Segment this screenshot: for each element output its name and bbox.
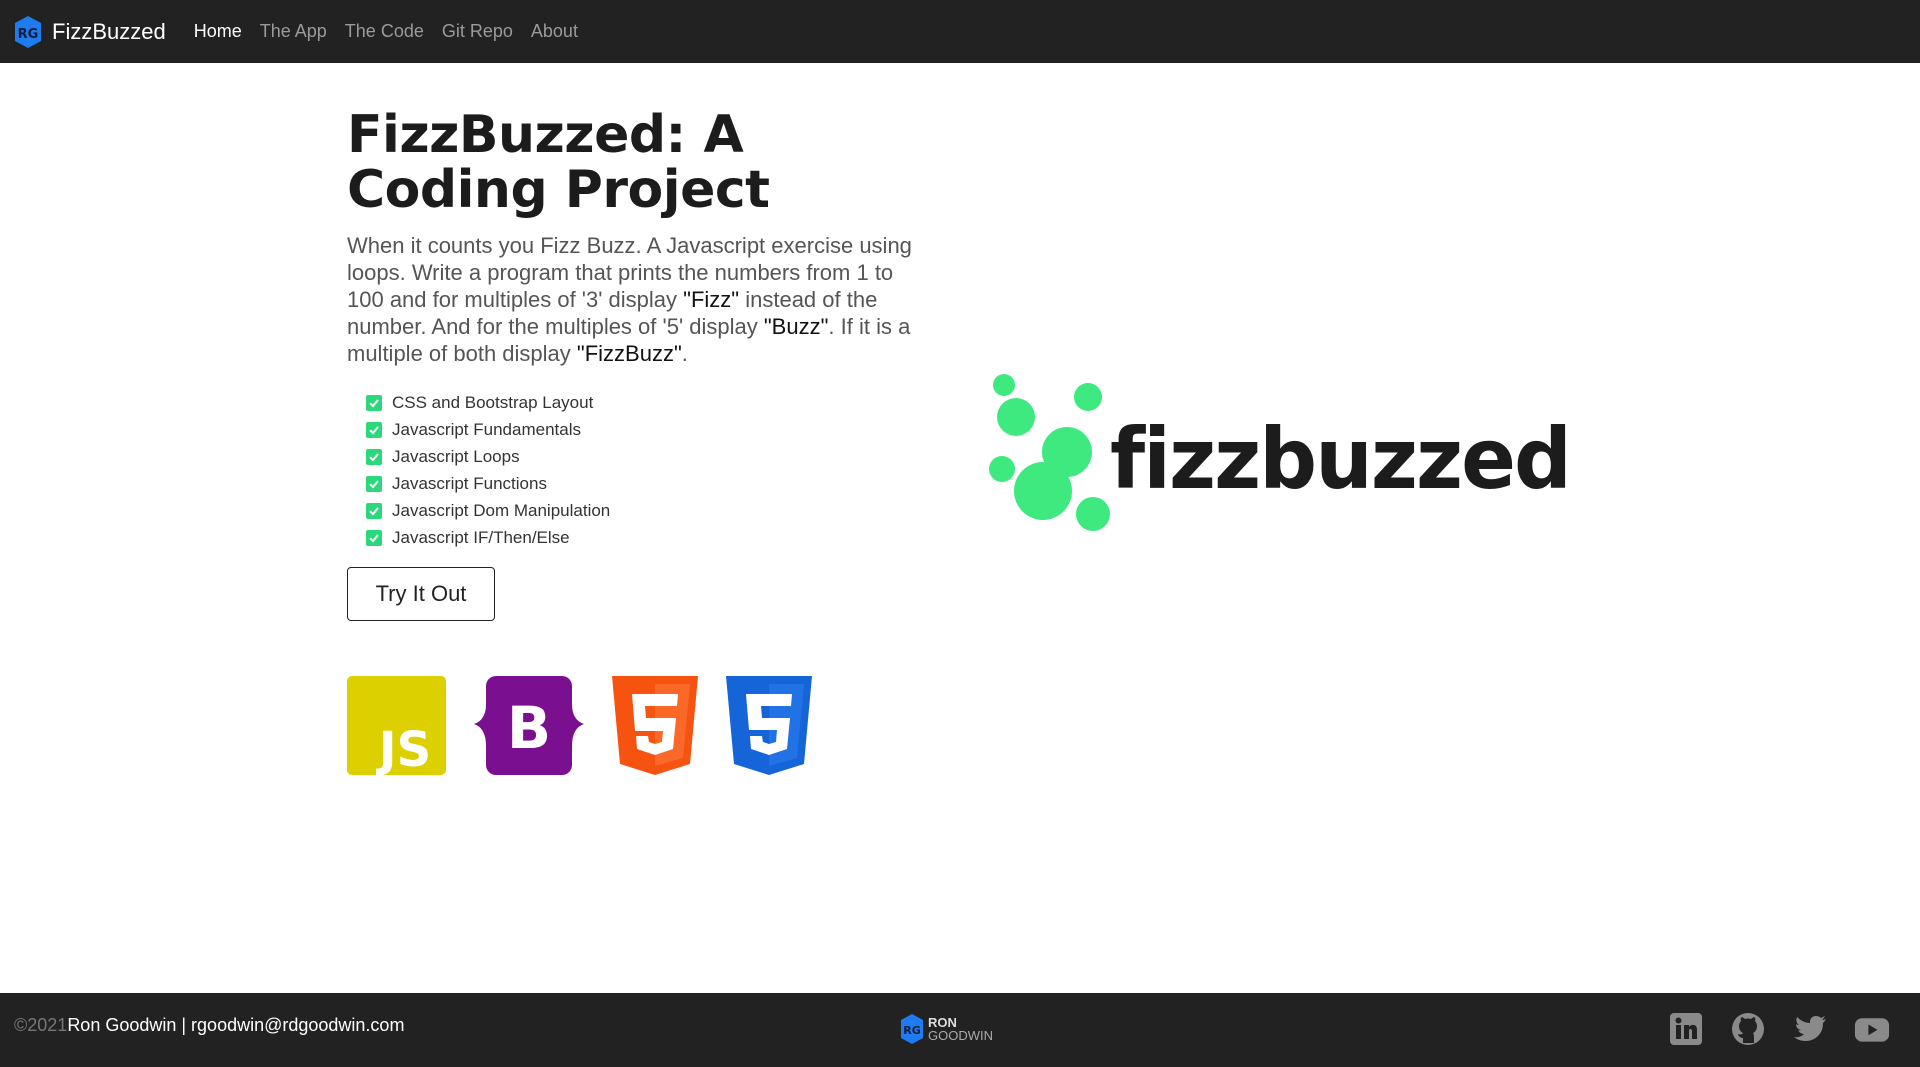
page-title: FizzBuzzed: A Coding Project [347,105,770,220]
tech-icons: JS B [347,676,840,775]
navbar: RG FizzBuzzed Home The App The Code Git … [0,0,1920,63]
svg-text:JS: JS [376,722,431,775]
feature-list: CSS and Bootstrap Layout Javascript Fund… [347,389,937,551]
feature-item: Javascript Fundamentals [347,416,937,443]
hero-description: When it counts you Fizz Buzz. A Javascri… [347,232,927,367]
lead-buzz: "Buzz" [763,314,829,339]
navbar-brand[interactable]: RG FizzBuzzed [14,15,166,49]
html5-icon [612,676,698,775]
github-icon[interactable] [1730,1011,1766,1047]
footer: ©2021Ron Goodwin | rgoodwin@rdgoodwin.co… [0,993,1920,1067]
lead-fizz: "Fizz" [683,287,740,312]
check-icon [366,394,382,411]
youtube-icon[interactable] [1854,1011,1890,1047]
footer-logo[interactable]: RG RON GOODWIN [900,1013,993,1045]
footer-owner: Ron Goodwin | rgoodwin@rdgoodwin.com [67,1015,405,1035]
lead-fizzbuzz: "FizzBuzz" [576,341,682,366]
brand-name: FizzBuzzed [52,18,166,44]
nav-git-repo[interactable]: Git Repo [442,21,513,42]
css3-icon [726,676,812,775]
footer-logo-text: RON GOODWIN [928,1016,993,1042]
check-icon [366,502,382,519]
check-icon [366,529,382,546]
twitter-icon[interactable] [1792,1011,1828,1047]
feature-label: CSS and Bootstrap Layout [392,392,594,412]
feature-label: Javascript Loops [392,446,520,466]
svg-text:RG: RG [903,1024,921,1037]
footer-logo-bottom: GOODWIN [928,1028,993,1043]
social-links [1668,1011,1890,1047]
lead-text-4: . [681,341,688,366]
feature-item: Javascript Dom Manipulation [347,497,937,524]
bootstrap-icon: B [474,676,584,775]
footer-copyright: ©2021Ron Goodwin | rgoodwin@rdgoodwin.co… [14,1015,404,1036]
hero-section: FizzBuzzed: A Coding Project When it cou… [347,108,937,621]
feature-label: Javascript Dom Manipulation [392,500,611,520]
svg-text:RG: RG [18,27,39,42]
rg-logo-icon: RG [901,1014,923,1044]
feature-item: Javascript Loops [347,443,937,470]
copyright-year: ©2021 [14,1015,68,1035]
feature-label: Javascript IF/Then/Else [392,527,570,547]
brand-logo-icon: RG [15,15,41,48]
fizzbuzzed-logo: fizzbuzzed [989,374,1572,531]
nav-home[interactable]: Home [194,21,242,42]
check-icon [366,421,382,438]
check-icon [366,448,382,465]
feature-item: CSS and Bootstrap Layout [347,389,937,416]
javascript-icon: JS [347,676,446,775]
feature-label: Javascript Functions [392,473,547,493]
nav-links: Home The App The Code Git Repo About [194,21,578,42]
svg-text:B: B [507,694,551,762]
try-it-out-button[interactable]: Try It Out [347,567,495,621]
nav-the-app[interactable]: The App [260,21,327,42]
feature-item: Javascript Functions [347,470,937,497]
linkedin-icon[interactable] [1668,1011,1704,1047]
feature-label: Javascript Fundamentals [392,419,581,439]
feature-item: Javascript IF/Then/Else [347,524,937,551]
nav-the-code[interactable]: The Code [345,21,424,42]
check-icon [366,475,382,492]
fizzbuzzed-logo-text: fizzbuzzed [1110,410,1570,508]
nav-about[interactable]: About [531,21,578,42]
